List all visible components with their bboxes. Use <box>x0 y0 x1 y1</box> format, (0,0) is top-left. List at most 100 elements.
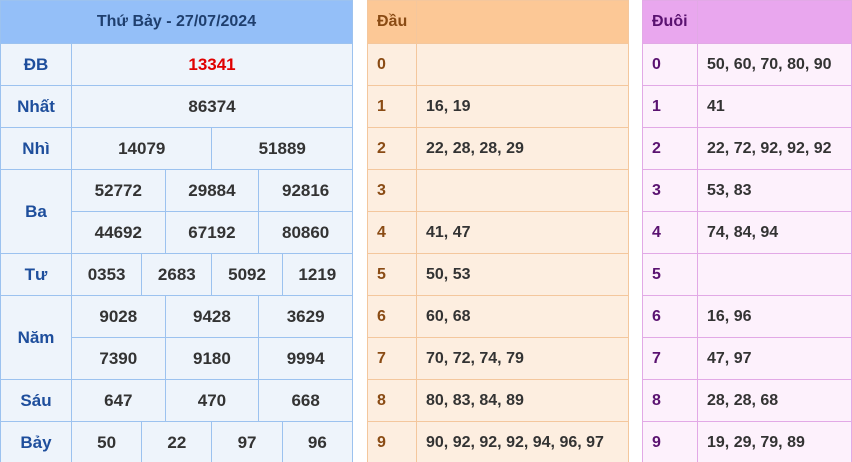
duoi-values: 22, 72, 92, 92, 92 <box>697 127 852 170</box>
duoi-values <box>697 253 852 296</box>
prize-number: 29884 <box>164 169 260 212</box>
prize-number: 9180 <box>164 337 260 380</box>
dau-row: 7 70, 72, 74, 79 <box>367 337 629 380</box>
prize-number: 51889 <box>211 127 353 170</box>
prize-number: 9994 <box>258 337 353 380</box>
duoi-key: 5 <box>642 253 698 296</box>
prize-row-nhat: Nhất 86374 <box>0 85 353 128</box>
dau-values: 70, 72, 74, 79 <box>416 337 629 380</box>
dau-header: Đầu <box>367 0 417 44</box>
duoi-header-blank <box>697 0 852 44</box>
prize-number: 3629 <box>258 295 353 338</box>
duoi-row: 4 74, 84, 94 <box>642 211 852 254</box>
prize-number: 22 <box>141 421 213 462</box>
duoi-values: 53, 83 <box>697 169 852 212</box>
duoi-row: 0 50, 60, 70, 80, 90 <box>642 43 852 86</box>
duoi-header: Đuôi <box>642 0 698 44</box>
prize-row-bay: Bảy 50 22 97 96 <box>0 421 354 462</box>
prize-row-nam: Năm 9028 9428 3629 <box>0 295 353 380</box>
prize-label: Nhì <box>0 127 72 170</box>
prize-row-db: ĐB 13341 <box>0 43 353 86</box>
duoi-values: 16, 96 <box>697 295 852 338</box>
results-date-title: Thứ Bảy - 27/07/2024 <box>0 0 353 44</box>
prize-number: 470 <box>164 379 260 422</box>
prize-row-ba: Ba 52772 29884 92816 <box>0 169 353 254</box>
special-prize-number: 13341 <box>71 43 353 86</box>
dau-key: 6 <box>367 295 417 338</box>
prize-number: 1219 <box>281 253 354 296</box>
duoi-key: 2 <box>642 127 698 170</box>
dau-key: 4 <box>367 211 417 254</box>
prize-number: 96 <box>281 421 354 462</box>
dau-key: 3 <box>367 169 417 212</box>
duoi-row: 3 53, 83 <box>642 169 852 212</box>
dau-key: 0 <box>367 43 417 86</box>
dau-key: 7 <box>367 337 417 380</box>
dau-key: 9 <box>367 421 417 462</box>
prize-label: Sáu <box>0 379 72 422</box>
prize-number: 80860 <box>258 211 353 254</box>
dau-row: 1 16, 19 <box>367 85 629 128</box>
duoi-key: 0 <box>642 43 698 86</box>
duoi-row: 5 <box>642 253 852 296</box>
duoi-key: 4 <box>642 211 698 254</box>
prize-number: 14079 <box>70 127 213 170</box>
prize-number: 97 <box>211 421 283 462</box>
dau-row: 5 50, 53 <box>367 253 629 296</box>
dau-row: 3 <box>367 169 629 212</box>
results-table: Thứ Bảy - 27/07/2024 ĐB 13341 Nhất 86374… <box>0 0 354 462</box>
duoi-values: 74, 84, 94 <box>697 211 852 254</box>
prize-label: Ba <box>0 169 72 254</box>
duoi-key: 6 <box>642 295 698 338</box>
duoi-values: 50, 60, 70, 80, 90 <box>697 43 852 86</box>
dau-header-blank <box>416 0 629 44</box>
prize-number: 9028 <box>71 295 166 338</box>
prize-number: 67192 <box>164 211 260 254</box>
duoi-row: 7 47, 97 <box>642 337 852 380</box>
duoi-key: 8 <box>642 379 698 422</box>
dau-values: 16, 19 <box>416 85 629 128</box>
prize-label: Bảy <box>0 421 72 462</box>
prize-row-tu: Tư 0353 2683 5092 1219 <box>0 253 354 296</box>
duoi-values: 47, 97 <box>697 337 852 380</box>
prize-row-nhi: Nhì 14079 51889 <box>0 127 353 170</box>
duoi-row: 6 16, 96 <box>642 295 852 338</box>
duoi-table: Đuôi 0 50, 60, 70, 80, 90 1 41 2 22, 72, 92… <box>642 0 852 462</box>
prize-number: 668 <box>258 379 353 422</box>
dau-values <box>416 169 629 212</box>
dau-values: 22, 28, 28, 29 <box>416 127 629 170</box>
prize-number: 2683 <box>141 253 213 296</box>
dau-key: 1 <box>367 85 417 128</box>
dau-row: 4 41, 47 <box>367 211 629 254</box>
duoi-key: 7 <box>642 337 698 380</box>
duoi-row: 1 41 <box>642 85 852 128</box>
duoi-key: 3 <box>642 169 698 212</box>
dau-values: 50, 53 <box>416 253 629 296</box>
dau-row: 6 60, 68 <box>367 295 629 338</box>
duoi-key: 9 <box>642 421 698 462</box>
duoi-row: 8 28, 28, 68 <box>642 379 852 422</box>
prize-number: 52772 <box>71 169 166 212</box>
prize-number: 0353 <box>70 253 143 296</box>
dau-values: 41, 47 <box>416 211 629 254</box>
duoi-key: 1 <box>642 85 698 128</box>
prize-label: Tư <box>0 253 72 296</box>
duoi-values: 28, 28, 68 <box>697 379 852 422</box>
prize-number: 92816 <box>258 169 353 212</box>
prize-number: 9428 <box>164 295 260 338</box>
dau-row: 0 <box>367 43 629 86</box>
dau-values: 60, 68 <box>416 295 629 338</box>
dau-values <box>416 43 629 86</box>
dau-key: 2 <box>367 127 417 170</box>
dau-values: 80, 83, 84, 89 <box>416 379 629 422</box>
prize-label: Nhất <box>0 85 72 128</box>
prize-number: 7390 <box>71 337 166 380</box>
prize-label: Năm <box>0 295 72 380</box>
duoi-row: 2 22, 72, 92, 92, 92 <box>642 127 852 170</box>
prize-number: 647 <box>71 379 166 422</box>
dau-table: Đầu 0 1 16, 19 2 22, 28, 28, 29 3 4 41, 47 … <box>367 0 629 462</box>
prize-number: 44692 <box>71 211 166 254</box>
dau-row: 2 22, 28, 28, 29 <box>367 127 629 170</box>
dau-key: 8 <box>367 379 417 422</box>
dau-row: 9 90, 92, 92, 92, 94, 96, 97 <box>367 421 629 462</box>
